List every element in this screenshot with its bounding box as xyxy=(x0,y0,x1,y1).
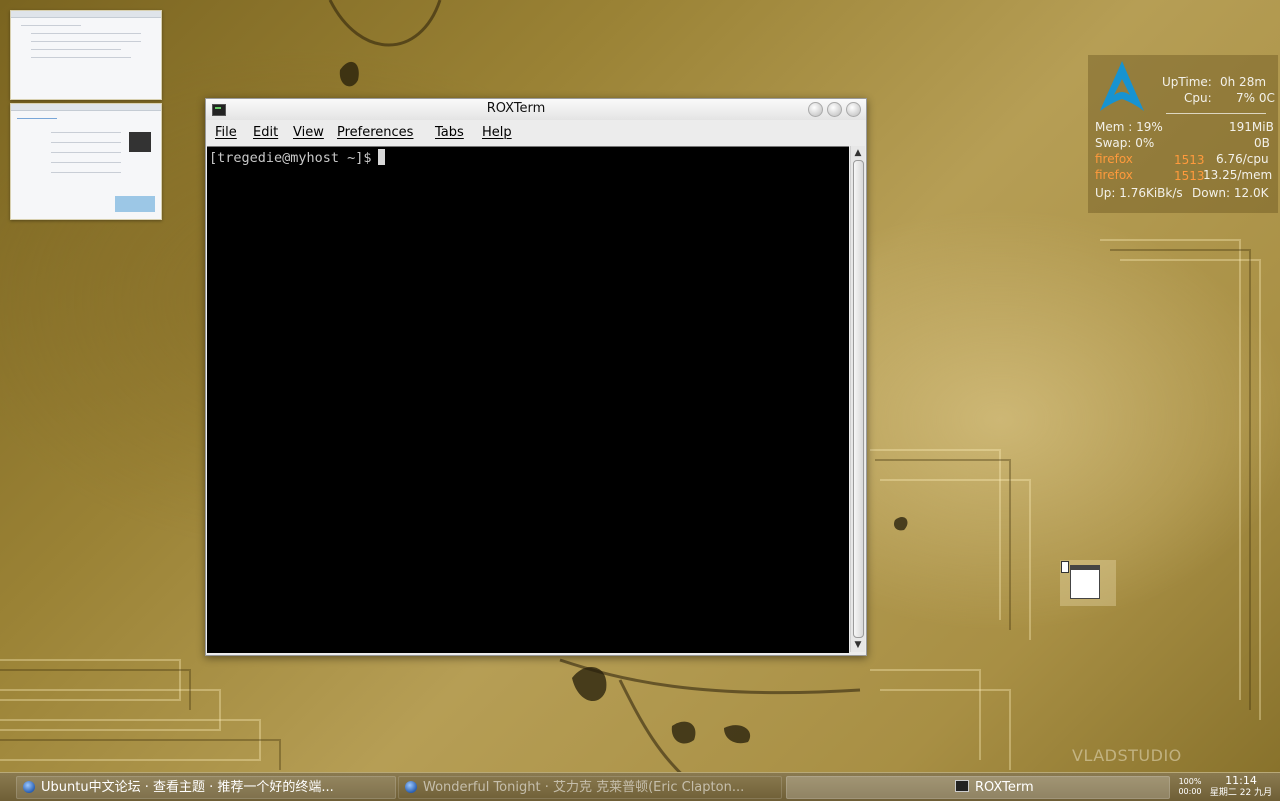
desktop-window-icon[interactable] xyxy=(1060,560,1116,606)
menu-edit[interactable]: Edit xyxy=(253,125,278,140)
vertical-scrollbar[interactable]: ▲ ▼ xyxy=(850,146,865,652)
window-titlebar[interactable]: ROXTerm xyxy=(206,99,866,120)
scroll-up-arrow-icon[interactable]: ▲ xyxy=(853,148,863,158)
globe-icon xyxy=(405,781,417,793)
preview-line xyxy=(51,152,121,153)
terminal-window[interactable]: ROXTerm File Edit View Preferences Tabs … xyxy=(205,98,867,656)
wallpaper-watermark: VLADSTUDIO xyxy=(1072,746,1182,765)
uptime-label: UpTime: xyxy=(1162,75,1212,89)
preview-line xyxy=(31,57,131,58)
swap-label: Swap: 0% xyxy=(1095,136,1155,150)
preview-line xyxy=(31,49,121,50)
preview-toolbar xyxy=(11,104,161,111)
cpu-value: 7% 0C xyxy=(1236,91,1275,105)
cpu-label: Cpu: xyxy=(1184,91,1212,105)
preview-image xyxy=(129,132,151,152)
globe-icon xyxy=(23,781,35,793)
taskbar-item-roxterm[interactable]: ROXTerm xyxy=(786,776,1170,799)
menu-tabs[interactable]: Tabs xyxy=(435,125,464,140)
process-pid: 1513 xyxy=(1174,169,1205,183)
clock[interactable]: 11:14 星期二 22 九月 xyxy=(1206,775,1276,799)
process-mem: 13.25/mem xyxy=(1203,168,1273,182)
preview-line xyxy=(31,41,141,42)
arch-linux-logo-icon xyxy=(1100,61,1144,111)
task-label: Wonderful Tonight · 艾力克 克莱普顿(Eric Clapto… xyxy=(423,780,745,795)
shell-prompt: [tregedie@myhost ~]$ xyxy=(209,149,385,166)
preview-line xyxy=(51,132,121,133)
clock-date: 星期二 22 九月 xyxy=(1209,788,1273,798)
scroll-down-arrow-icon[interactable]: ▼ xyxy=(853,640,863,650)
preview-line xyxy=(51,142,121,143)
battery-status[interactable]: 100% 00:00 xyxy=(1172,777,1208,797)
process-cpu: 6.76/cpu xyxy=(1216,152,1269,166)
menu-file[interactable]: File xyxy=(215,125,237,140)
scroll-thumb[interactable] xyxy=(853,160,864,638)
window-icon xyxy=(1070,565,1100,599)
preview-line xyxy=(51,172,121,173)
pager-icon xyxy=(1061,561,1069,573)
preview-image xyxy=(115,196,155,212)
divider xyxy=(1166,113,1266,114)
minimize-button[interactable] xyxy=(808,102,823,117)
taskbar-item-forum[interactable]: Ubuntu中文论坛 · 查看主题 · 推荐一个好的终端... xyxy=(16,776,396,799)
task-label-wrap: ROXTerm xyxy=(955,777,1034,798)
task-label: Ubuntu中文论坛 · 查看主题 · 推荐一个好的终端... xyxy=(41,780,334,795)
menu-view[interactable]: View xyxy=(293,125,324,140)
clock-time: 11:14 xyxy=(1225,774,1257,787)
text-cursor xyxy=(377,149,385,165)
task-label: ROXTerm xyxy=(975,780,1034,795)
prompt-text: [tregedie@myhost ~]$ xyxy=(209,150,372,166)
preview-line xyxy=(31,33,141,34)
preview-toolbar xyxy=(11,11,161,18)
swap-value: 0B xyxy=(1254,136,1270,150)
workspace-preview-1[interactable] xyxy=(10,10,162,100)
mem-value: 191MiB xyxy=(1229,120,1274,134)
process-pid: 1513 xyxy=(1174,153,1205,167)
maximize-button[interactable] xyxy=(827,102,842,117)
taskbar: Ubuntu中文论坛 · 查看主题 · 推荐一个好的终端... Wonderfu… xyxy=(0,772,1280,801)
terminal-icon xyxy=(955,780,969,792)
preview-line xyxy=(51,162,121,163)
close-button[interactable] xyxy=(846,102,861,117)
window-title: ROXTerm xyxy=(486,101,546,116)
process-name: firefox xyxy=(1095,168,1133,182)
workspace-preview-2[interactable] xyxy=(10,103,162,220)
uptime-value: 0h 28m xyxy=(1220,75,1267,89)
system-monitor: UpTime: 0h 28m Cpu: 7% 0C Mem : 19% 191M… xyxy=(1088,55,1278,213)
taskbar-item-music[interactable]: Wonderful Tonight · 艾力克 克莱普顿(Eric Clapto… xyxy=(398,776,782,799)
preview-line xyxy=(17,118,57,119)
terminal-area[interactable]: [tregedie@myhost ~]$ xyxy=(207,146,849,653)
menu-help[interactable]: Help xyxy=(482,125,512,140)
battery-time: 00:00 xyxy=(1178,787,1202,796)
download-rate: Down: 12.0K xyxy=(1192,186,1269,200)
preview-line xyxy=(21,25,81,26)
battery-percent: 100% xyxy=(1178,777,1202,786)
menu-preferences[interactable]: Preferences xyxy=(337,125,413,140)
upload-rate: Up: 1.76KiBk/s xyxy=(1095,186,1183,200)
process-name: firefox xyxy=(1095,152,1133,166)
mem-label: Mem : 19% xyxy=(1095,120,1163,134)
menu-bar: File Edit View Preferences Tabs Help xyxy=(206,122,866,144)
